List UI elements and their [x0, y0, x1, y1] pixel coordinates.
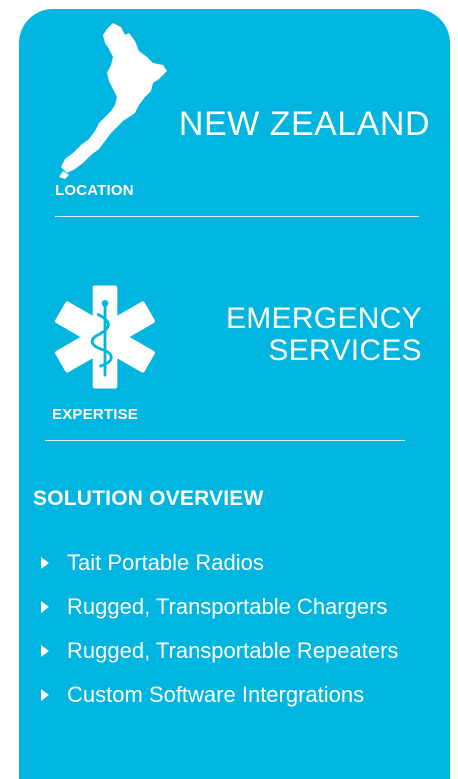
bullet-arrow-icon: [41, 645, 49, 657]
bullet-arrow-icon: [41, 689, 49, 701]
expertise-value: EMERGENCY SERVICES: [226, 303, 422, 367]
bullet-arrow-icon: [41, 601, 49, 613]
solution-list: Tait Portable Radios Rugged, Transportab…: [19, 549, 450, 725]
location-value: NEW ZEALAND: [178, 105, 430, 143]
list-item: Tait Portable Radios: [19, 549, 450, 576]
list-item-label: Rugged, Transportable Repeaters: [67, 638, 399, 663]
list-item-label: Tait Portable Radios: [67, 550, 264, 575]
star-of-life-icon: [55, 285, 155, 389]
list-item-label: Rugged, Transportable Chargers: [67, 594, 388, 619]
list-item-label: Custom Software Intergrations: [67, 682, 365, 707]
case-study-card: NEW ZEALAND LOCATION EMERGENCY SERVICES …: [19, 9, 450, 779]
solution-overview-heading: SOLUTION OVERVIEW: [33, 487, 264, 510]
expertise-label: EXPERTISE: [52, 406, 138, 423]
new-zealand-map-icon: [59, 23, 167, 179]
list-item: Custom Software Intergrations: [19, 681, 450, 708]
expertise-value-line1: EMERGENCY: [225, 302, 422, 335]
list-item: Rugged, Transportable Repeaters: [19, 637, 450, 664]
list-item: Rugged, Transportable Chargers: [19, 593, 450, 620]
expertise-value-line2: SERVICES: [268, 334, 422, 367]
bullet-arrow-icon: [41, 557, 49, 569]
divider: [55, 216, 419, 217]
divider: [45, 440, 405, 441]
location-label: LOCATION: [55, 182, 134, 199]
